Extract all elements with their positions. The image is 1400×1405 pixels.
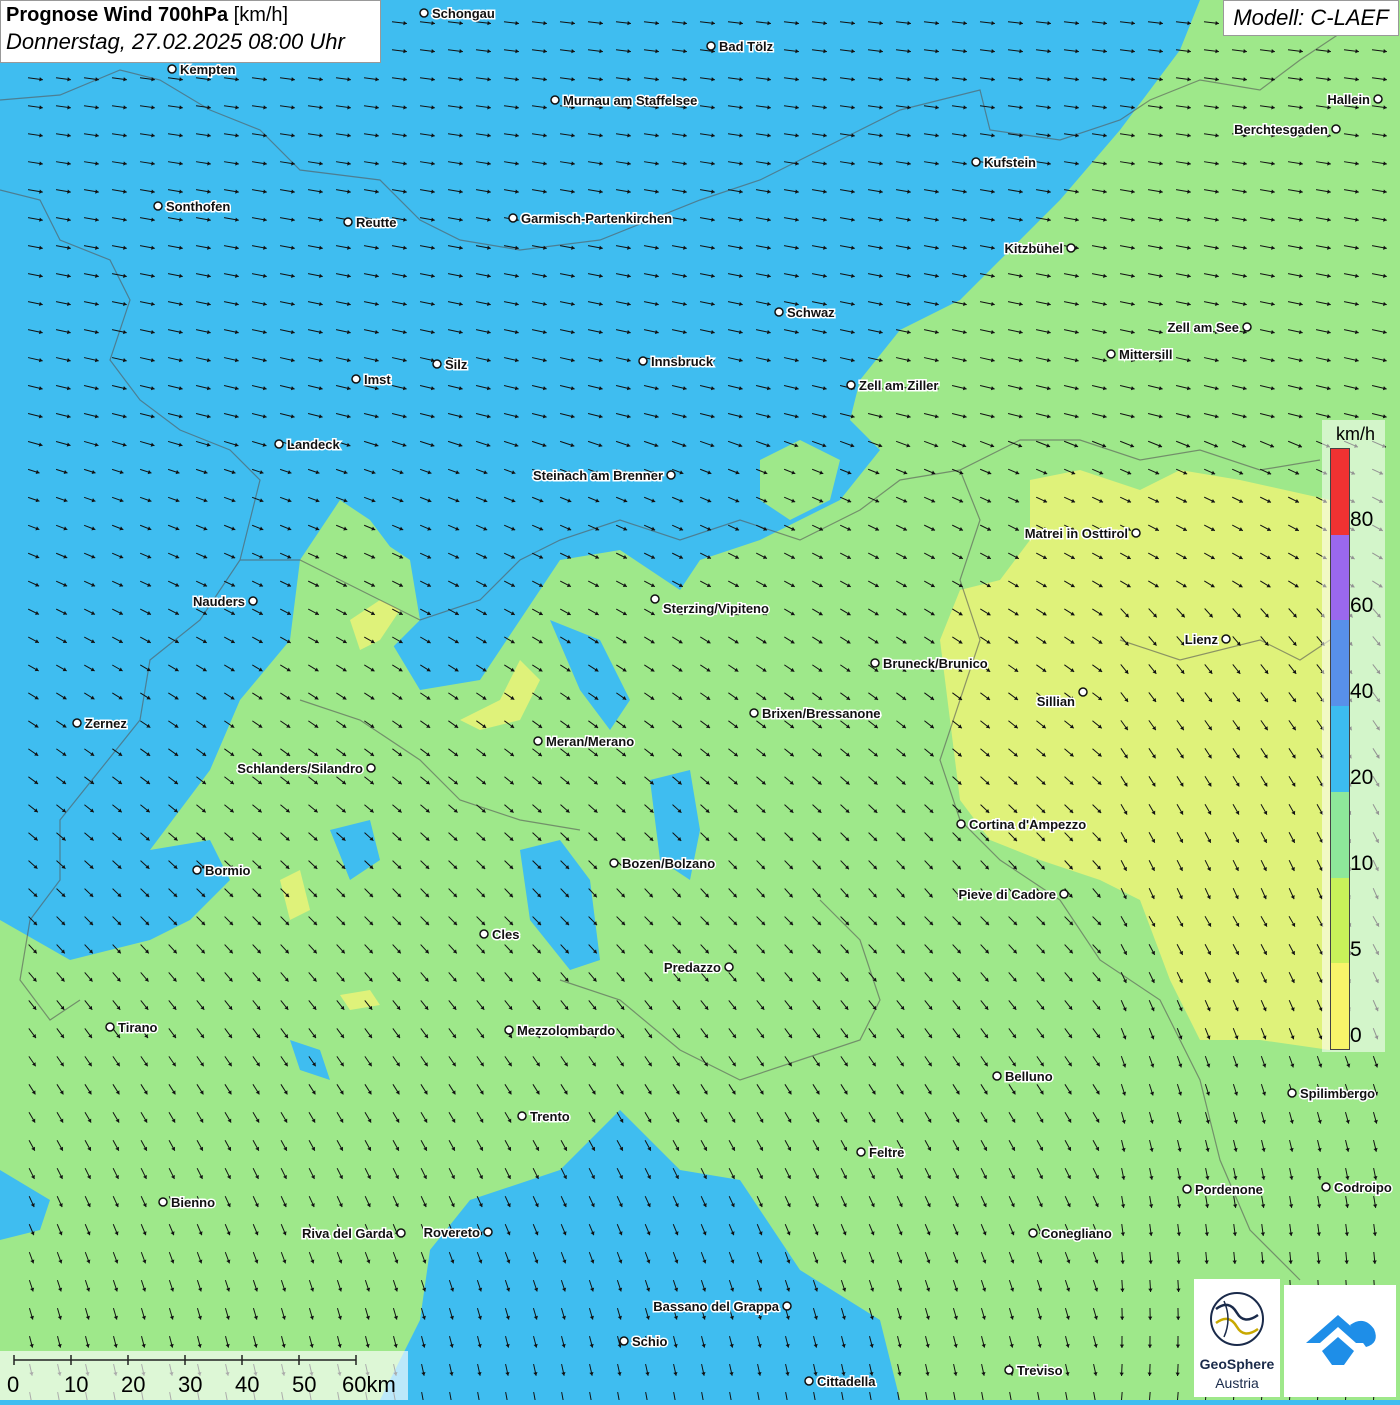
city-dot-icon [367, 764, 375, 772]
city-name: Zell am Ziller [859, 378, 938, 393]
city-name: Landeck [287, 437, 341, 452]
city-dot-icon [551, 96, 559, 104]
city-marker[interactable]: Murnau am Staffelsee [551, 93, 697, 108]
city-name: Sonthofen [166, 199, 230, 214]
city-dot-icon [1243, 323, 1251, 331]
city-marker[interactable]: Schlanders/Silandro [237, 761, 375, 776]
city-name: Kufstein [984, 155, 1036, 170]
city-dot-icon [707, 42, 715, 50]
city-name: Schwaz [787, 305, 835, 320]
city-marker[interactable]: Berchtesgaden [1234, 122, 1340, 137]
city-marker[interactable]: Innsbruck [639, 354, 714, 369]
city-dot-icon [1332, 125, 1340, 133]
city-name: Bruneck/Brunico [883, 656, 988, 671]
city-name: Schlanders/Silandro [237, 761, 363, 776]
city-dot-icon [847, 381, 855, 389]
city-name: Sillian [1037, 694, 1075, 709]
city-marker[interactable]: Matrei in Osttirol [1025, 526, 1140, 541]
city-name: Lienz [1185, 632, 1219, 647]
city-marker[interactable]: Zell am Ziller [847, 378, 938, 393]
city-name: Silz [445, 357, 468, 372]
city-dot-icon [639, 357, 647, 365]
city-dot-icon [957, 820, 965, 828]
city-marker[interactable]: Brixen/Bressanone [750, 706, 881, 721]
city-name: Schongau [432, 6, 495, 21]
city-name: Mittersill [1119, 347, 1172, 362]
city-dot-icon [1132, 529, 1140, 537]
city-name: Garmisch-Partenkirchen [521, 211, 672, 226]
city-name: Imst [364, 372, 391, 387]
city-name: Kitzbühel [1005, 241, 1064, 256]
city-dot-icon [433, 360, 441, 368]
city-name: Sterzing/Vipiteno [663, 601, 769, 616]
city-marker[interactable]: Sonthofen [154, 199, 230, 214]
city-name: Steinach am Brenner [533, 468, 663, 483]
city-name: Murnau am Staffelsee [563, 93, 697, 108]
wind-map[interactable]: Schongau Bad Tölz Kempten Murnau am Staffel… [0, 0, 1400, 1400]
city-dot-icon [168, 65, 176, 73]
city-dot-icon [871, 659, 879, 667]
city-dot-icon [352, 375, 360, 383]
city-name: Nauders [193, 594, 245, 609]
city-name: Kempten [180, 62, 236, 77]
city-dot-icon [420, 9, 428, 17]
city-marker[interactable]: Schongau [420, 6, 495, 21]
city-name: Berchtesgaden [1234, 122, 1328, 137]
city-dot-icon [154, 202, 162, 210]
city-dot-icon [775, 308, 783, 316]
city-marker[interactable]: Meran/Merano [534, 734, 634, 749]
city-name: Bad Tölz [719, 39, 774, 54]
city-name: Zernez [85, 716, 127, 731]
city-name: Reutte [356, 215, 396, 230]
city-name: Matrei in Osttirol [1025, 526, 1128, 541]
city-name: Hallein [1327, 92, 1370, 107]
city-dot-icon [1374, 95, 1382, 103]
city-marker[interactable]: Cortina d'Ampezzo [957, 817, 1086, 832]
city-name: Zell am See [1167, 320, 1239, 335]
city-dot-icon [509, 214, 517, 222]
city-name: Brixen/Bressanone [762, 706, 881, 721]
city-dot-icon [1222, 635, 1230, 643]
city-marker[interactable]: Bruneck/Brunico [871, 656, 988, 671]
city-dot-icon [344, 218, 352, 226]
city-dot-icon [667, 471, 675, 479]
city-name: Innsbruck [651, 354, 714, 369]
city-dot-icon [249, 597, 257, 605]
city-dot-icon [750, 709, 758, 717]
city-marker[interactable]: Steinach am Brenner [533, 468, 675, 483]
city-name: Meran/Merano [546, 734, 634, 749]
city-dot-icon [73, 719, 81, 727]
city-dot-icon [1107, 350, 1115, 358]
city-dot-icon [651, 595, 659, 603]
city-dot-icon [1079, 688, 1087, 696]
city-marker[interactable]: Zell am See [1167, 320, 1251, 335]
city-marker[interactable]: Garmisch-Partenkirchen [509, 211, 672, 226]
city-dot-icon [972, 158, 980, 166]
city-dot-icon [275, 440, 283, 448]
city-dot-icon [1067, 244, 1075, 252]
city-dot-icon [534, 737, 542, 745]
